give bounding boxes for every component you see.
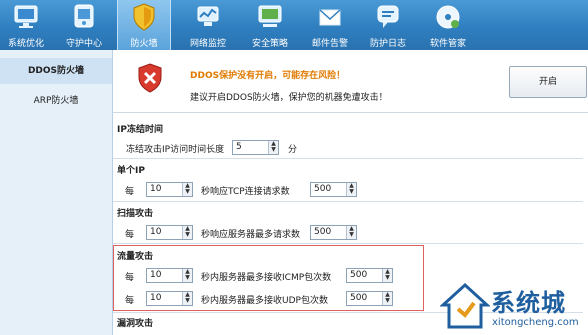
main-toolbar: 系统优化 守护中心 防火墙 网络监控 安全策略 邮件告警 防护日志 软件管家 xyxy=(0,0,588,50)
arrow-down-icon[interactable]: ▼ xyxy=(184,189,191,195)
arrow-down-icon[interactable]: ▼ xyxy=(348,232,355,238)
flood-icmp-seconds-stepper[interactable]: 10 ▲ ▼ xyxy=(146,268,193,283)
stepper-value: 10 xyxy=(150,227,162,237)
tool-label: 安全策略 xyxy=(251,39,288,49)
single-ip-label: 秒响应TCP连接请求数 xyxy=(201,187,290,197)
ip-freeze-label: 冻结攻击IP访问时间长度 xyxy=(126,145,225,155)
flood-udp-label: 秒内服务器最多接收UDP包次数 xyxy=(201,296,328,306)
device-icon xyxy=(74,4,94,28)
flood-icmp-prefix: 每 xyxy=(125,273,135,283)
monitor-icon xyxy=(14,5,38,28)
house-logo-icon xyxy=(440,282,490,329)
arrow-down-icon[interactable]: ▼ xyxy=(184,275,191,281)
sidebar: DDOS防火墙 ARP防火墙 xyxy=(0,50,113,335)
watermark-text: 系统城 xyxy=(491,289,566,317)
warning-banner: DDOS保护没有开启，可能存在风险！ 建议开启DDOS防火墙，保护您的机器免遭攻… xyxy=(113,50,588,113)
flood-icmp-label: 秒内服务器最多接收ICMP包次数 xyxy=(201,273,332,283)
single-ip-seconds-stepper[interactable]: 10 ▲ ▼ xyxy=(146,182,193,197)
sidebar-item-ddos[interactable]: DDOS防火墙 xyxy=(0,58,112,84)
stepper-value: 5 xyxy=(236,142,242,152)
tool-label: 邮件告警 xyxy=(311,39,348,49)
stepper-value: 10 xyxy=(150,293,162,303)
watermark-url: xitongcheng.com xyxy=(492,317,579,328)
warning-shield-icon xyxy=(138,63,162,93)
arrow-down-icon[interactable]: ▼ xyxy=(348,189,355,195)
chat-log-icon xyxy=(377,5,399,28)
section-title-single-ip: 单个IP xyxy=(117,166,145,176)
divider xyxy=(113,158,583,159)
stepper-value: 500 xyxy=(350,270,368,280)
section-title-vuln: 漏洞攻击 xyxy=(117,319,154,329)
tool-label: 防火墙 xyxy=(130,39,158,49)
tool-guard-center[interactable]: 守护中心 xyxy=(58,0,110,50)
ip-freeze-stepper[interactable]: 5 ▲ ▼ xyxy=(232,140,279,155)
single-ip-count-stepper[interactable]: 500 ▲ ▼ xyxy=(310,182,357,197)
stepper-value: 10 xyxy=(150,270,162,280)
flood-udp-prefix: 每 xyxy=(125,296,135,306)
stepper-value: 500 xyxy=(314,184,332,194)
tool-label: 守护中心 xyxy=(65,39,102,49)
sidebar-item-arp[interactable]: ARP防火墙 xyxy=(0,88,112,114)
section-title-scan: 扫描攻击 xyxy=(117,209,154,219)
flood-icmp-count-stepper[interactable]: 500 ▲ ▼ xyxy=(346,268,393,283)
stepper-value: 500 xyxy=(314,227,332,237)
scan-label: 秒响应服务器最多请求数 xyxy=(201,230,301,240)
tool-label: 软件管家 xyxy=(429,39,466,49)
network-icon xyxy=(197,6,219,26)
mail-icon xyxy=(319,9,341,26)
tool-mail-alert[interactable]: 邮件告警 xyxy=(304,0,356,50)
stepper-value: 500 xyxy=(350,293,368,303)
warning-description: 建议开启DDOS防火墙，保护您的机器免遭攻击！ xyxy=(190,93,388,103)
arrow-down-icon[interactable]: ▼ xyxy=(270,147,277,153)
divider xyxy=(113,243,583,244)
tool-system-optimize[interactable]: 系统优化 xyxy=(0,0,52,50)
arrow-down-icon[interactable]: ▼ xyxy=(184,232,191,238)
flood-udp-seconds-stepper[interactable]: 10 ▲ ▼ xyxy=(146,291,193,306)
scan-prefix: 每 xyxy=(125,230,135,240)
divider xyxy=(113,201,583,202)
section-title-flood: 流量攻击 xyxy=(117,252,154,262)
tool-protect-log[interactable]: 防护日志 xyxy=(362,0,414,50)
monitor-check-icon xyxy=(258,5,282,27)
scan-seconds-stepper[interactable]: 10 ▲ ▼ xyxy=(146,225,193,240)
enable-button[interactable]: 开启 xyxy=(509,66,587,98)
tool-label: 防护日志 xyxy=(369,39,406,49)
ip-freeze-unit: 分 xyxy=(288,145,298,155)
tool-security-policy[interactable]: 安全策略 xyxy=(244,0,296,50)
single-ip-prefix: 每 xyxy=(125,187,135,197)
tool-label: 网络监控 xyxy=(189,39,226,49)
warning-title: DDOS保护没有开启，可能存在风险！ xyxy=(190,71,346,81)
section-title-ip-freeze: IP冻结时间 xyxy=(117,125,163,135)
tool-firewall[interactable]: 防火墙 xyxy=(117,0,171,50)
shield-icon xyxy=(133,3,155,31)
tool-network-monitor[interactable]: 网络监控 xyxy=(182,0,234,50)
arrow-down-icon[interactable]: ▼ xyxy=(384,275,391,281)
arrow-down-icon[interactable]: ▼ xyxy=(384,298,391,304)
scan-count-stepper[interactable]: 500 ▲ ▼ xyxy=(310,225,357,240)
arrow-down-icon[interactable]: ▼ xyxy=(184,298,191,304)
watermark: 系统城 xitongcheng.com xyxy=(438,279,588,335)
stepper-value: 10 xyxy=(150,184,162,194)
disc-icon xyxy=(436,5,460,29)
flood-udp-count-stepper[interactable]: 500 ▲ ▼ xyxy=(346,291,393,306)
tool-software-manager[interactable]: 软件管家 xyxy=(422,0,474,50)
tool-label: 系统优化 xyxy=(7,39,44,49)
